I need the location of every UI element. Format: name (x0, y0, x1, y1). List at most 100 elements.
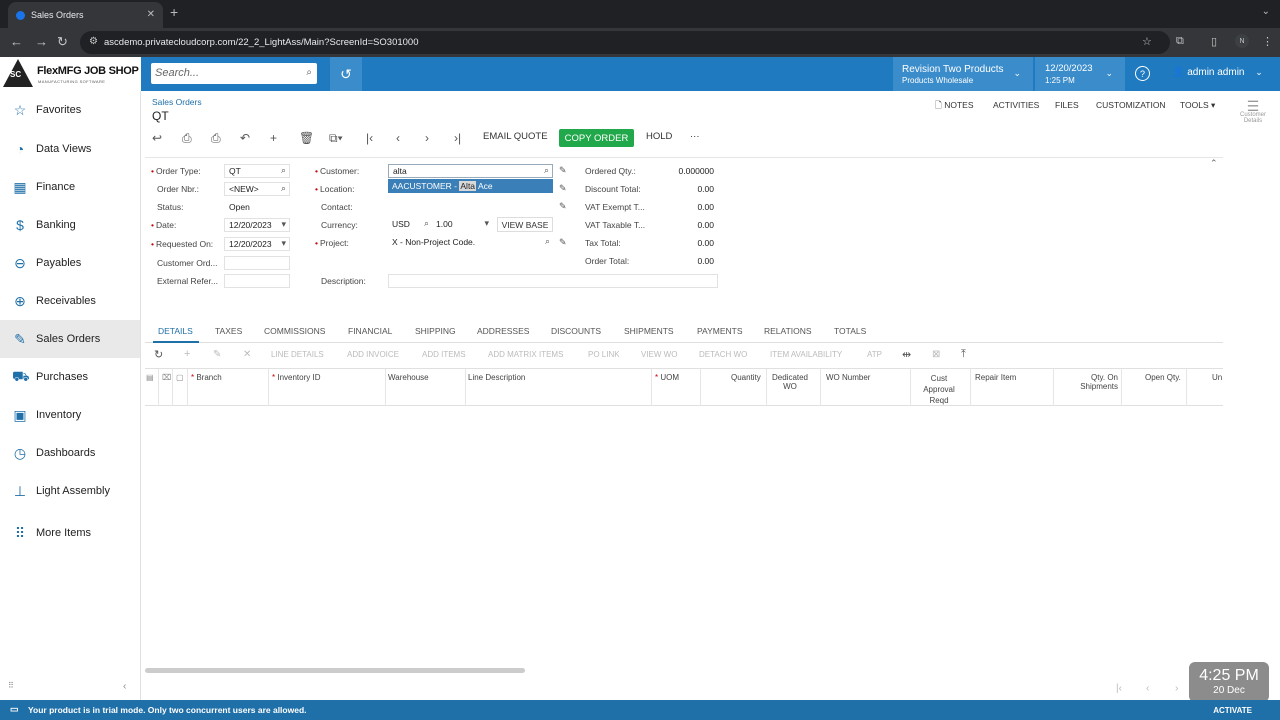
col-inventory-id[interactable]: * Inventory ID (272, 373, 320, 382)
search-icon[interactable]: ⌕ (544, 165, 549, 176)
sidebar-item-inventory[interactable]: ▣ Inventory (0, 396, 140, 434)
first-record-icon[interactable]: |‹ (366, 131, 373, 145)
tab-search-icon[interactable]: ⌄ (1262, 6, 1270, 17)
close-tab-icon[interactable]: ✕ (147, 9, 155, 20)
sidebar-item-finance[interactable]: ▦ Finance (0, 168, 140, 206)
sidebar-item-favorites[interactable]: ☆ Favorites (0, 91, 140, 129)
requested-on-field[interactable]: 12/20/2023 ▾ (224, 237, 290, 251)
col-quantity[interactable]: Quantity (731, 373, 761, 382)
next-page-icon[interactable]: › (1175, 683, 1178, 694)
undo-icon[interactable]: ↶ (240, 131, 250, 145)
sidebar-item-purchases[interactable]: ⛟ Purchases (0, 358, 140, 396)
next-record-icon[interactable]: › (425, 131, 429, 145)
external-ref-field[interactable] (224, 274, 290, 288)
search-icon[interactable]: ⌕ (424, 218, 429, 229)
new-tab-icon[interactable]: + (170, 4, 178, 20)
sidebar-item-payables[interactable]: ⊖ Payables (0, 244, 140, 282)
currency-rate-field[interactable]: 1.00 ▾ (432, 218, 492, 232)
add-items-button[interactable]: ADD ITEMS (422, 350, 466, 359)
first-page-icon[interactable]: |‹ (1116, 683, 1122, 694)
bookmark-star-icon[interactable]: ☆ (1142, 35, 1152, 48)
project-field[interactable]: X - Non-Project Code. ⌕ (388, 236, 553, 250)
sidebar-item-dashboards[interactable]: ◷ Dashboards (0, 434, 140, 472)
date-field[interactable]: 12/20/2023 ▾ (224, 218, 290, 232)
attachment-icon[interactable]: ⌧ (162, 373, 171, 382)
edit-pencil-icon[interactable]: ✎ (559, 165, 567, 176)
email-quote-button[interactable]: EMAIL QUOTE (483, 131, 548, 142)
branch-selector[interactable]: Revision Two Products Products Wholesale… (893, 57, 1033, 91)
copy-order-button[interactable]: COPY ORDER (559, 129, 634, 147)
tab-shipping[interactable]: SHIPPING (415, 326, 456, 336)
description-field[interactable] (388, 274, 718, 288)
tab-taxes[interactable]: TAXES (215, 326, 242, 336)
col-cust-approval-reqd[interactable]: Cust Approval Reqd (920, 373, 958, 406)
tab-discounts[interactable]: DISCOUNTS (551, 326, 601, 336)
save-close-icon[interactable]: ⎙ (182, 131, 192, 146)
col-uom[interactable]: * UOM (655, 373, 679, 382)
tools-button[interactable]: TOOLS ▾ (1180, 100, 1215, 111)
col-qty-on-shipments[interactable]: Qty. On Shipments (1072, 373, 1118, 391)
search-icon[interactable]: ⌕ (545, 236, 550, 247)
notes-button[interactable]: 🗋 NOTES (935, 100, 974, 114)
extensions-icon[interactable]: ⧉ (1176, 35, 1184, 48)
activate-link[interactable]: ACTIVATE (1213, 706, 1252, 715)
prev-page-icon[interactable]: ‹ (1146, 683, 1149, 694)
customer-details-panel[interactable]: ☰ Customer Details (1235, 99, 1271, 124)
upload-icon[interactable]: ⤒ (961, 348, 966, 361)
tab-commissions[interactable]: COMMISSIONS (264, 326, 325, 336)
view-wo-button[interactable]: VIEW WO (641, 350, 677, 359)
row-selector-icon[interactable]: ▤ (146, 373, 154, 382)
atp-button[interactable]: ATP (867, 350, 882, 359)
user-menu[interactable]: 👤 admin admin ⌄ (1172, 67, 1263, 78)
sidebar-item-data-views[interactable]: ◔ Data Views (0, 130, 140, 168)
add-invoice-button[interactable]: ADD INVOICE (347, 350, 399, 359)
tab-details[interactable]: DETAILS (158, 326, 193, 336)
back-icon[interactable]: ← (10, 34, 23, 49)
hold-button[interactable]: HOLD (646, 131, 672, 142)
col-open-qty[interactable]: Open Qty. (1145, 373, 1181, 382)
col-dedicated-wo[interactable]: Dedicated WO (771, 373, 809, 391)
refresh-icon[interactable]: ↻ (154, 348, 163, 361)
note-icon[interactable]: ▢ (176, 373, 184, 382)
tab-addresses[interactable]: ADDRESSES (477, 326, 529, 336)
add-row-icon[interactable]: + (184, 348, 190, 360)
customer-suggestion[interactable]: AACUSTOMER - Alta Ace (388, 179, 553, 193)
sidebar-item-banking[interactable]: $ Banking (0, 206, 140, 244)
line-details-button[interactable]: LINE DETAILS (271, 350, 324, 359)
search-icon[interactable]: ⌕ (281, 183, 286, 194)
history-icon[interactable]: ↺ (330, 57, 362, 91)
delete-icon[interactable]: 🗑 (299, 131, 314, 145)
caret-down-icon[interactable]: ▾ (281, 219, 286, 230)
currency-field[interactable]: USD ⌕ (388, 218, 432, 232)
company-logo[interactable]: SC FlexMFG JOB SHOP MANUFACTURING SOFTWA… (0, 57, 141, 91)
order-nbr-field[interactable]: <NEW> ⌕ (224, 182, 290, 196)
caret-down-icon[interactable]: ▾ (484, 218, 489, 229)
customer-field[interactable]: alta ⌕ (388, 164, 553, 178)
sidebar-item-light-assembly[interactable]: ⊥ Light Assembly (0, 472, 140, 510)
customization-button[interactable]: CUSTOMIZATION (1096, 100, 1166, 110)
search-icon[interactable]: ⌕ (281, 165, 286, 176)
last-record-icon[interactable]: ›| (454, 131, 461, 145)
previous-record-icon[interactable]: ‹ (396, 131, 400, 145)
edit-pencil-icon[interactable]: ✎ (559, 183, 567, 194)
view-base-button[interactable]: VIEW BASE (497, 217, 553, 232)
horizontal-scrollbar[interactable] (145, 668, 525, 673)
col-wo-number[interactable]: WO Number (826, 373, 870, 382)
drag-handle-icon[interactable]: ⠿ (8, 681, 14, 690)
col-unit[interactable]: Un (1212, 373, 1222, 382)
tab-shipments[interactable]: SHIPMENTS (624, 326, 674, 336)
edit-row-icon[interactable]: ✎ (213, 349, 221, 360)
profile-avatar[interactable]: N (1235, 34, 1249, 48)
reload-icon[interactable]: ↻ (57, 34, 68, 50)
tab-payments[interactable]: PAYMENTS (697, 326, 743, 336)
forward-icon[interactable]: → (35, 34, 48, 49)
caret-down-icon[interactable]: ▾ (281, 238, 286, 249)
tab-totals[interactable]: TOTALS (834, 326, 866, 336)
tab-financial[interactable]: FINANCIAL (348, 326, 392, 336)
files-button[interactable]: FILES (1055, 100, 1079, 110)
col-line-description[interactable]: Line Description (468, 373, 525, 382)
help-icon[interactable]: ? (1135, 66, 1150, 81)
po-link-button[interactable]: PO LINK (588, 350, 620, 359)
tab-relations[interactable]: RELATIONS (764, 326, 812, 336)
breadcrumb[interactable]: Sales Orders (152, 97, 202, 107)
